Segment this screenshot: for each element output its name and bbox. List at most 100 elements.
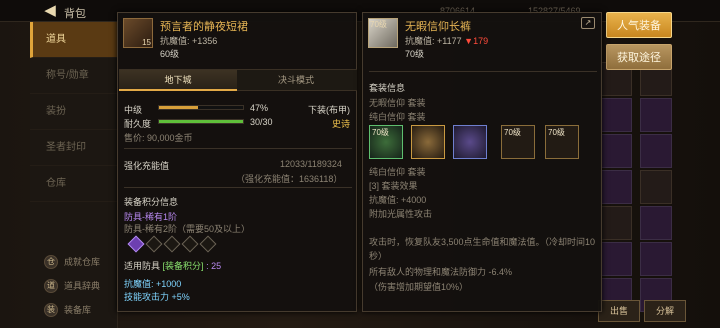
- popular-equipment-button[interactable]: 人气装备: [606, 12, 672, 38]
- obtain-route-button[interactable]: 获取途径: [606, 44, 672, 70]
- inventory-slot[interactable]: [600, 242, 632, 276]
- resist-diff: ▼179: [464, 36, 489, 46]
- tab-dungeon[interactable]: 地下城: [119, 70, 237, 91]
- achievement-icon: 仓: [44, 255, 58, 269]
- share-icon[interactable]: ↗: [581, 17, 595, 29]
- inventory-slot[interactable]: [600, 98, 632, 132]
- set-piece-level: 70级: [504, 128, 521, 137]
- set-line-3: 纯白信仰 套装: [369, 167, 426, 177]
- item-name: 无暇信仰长裤: [405, 21, 471, 33]
- score-gem-empty: [145, 235, 163, 253]
- nav-equipment-storage[interactable]: 装 装备库: [30, 298, 118, 322]
- divider: [124, 148, 352, 149]
- score-rank-2: 防具-稀有2阶（需要50及以上）: [124, 224, 251, 234]
- score-type-prefix: 适用防具: [124, 261, 161, 271]
- inventory-grid: [600, 60, 636, 314]
- nav-bottom-label: 成就仓库: [64, 257, 101, 267]
- equipment-icon: 装: [44, 303, 58, 317]
- back-button[interactable]: ◀: [40, 3, 60, 19]
- set-line-2: 纯白信仰 套装: [369, 112, 426, 122]
- nav-achievement-storage[interactable]: 仓 成就仓库: [30, 250, 118, 274]
- nav-item-dictionary[interactable]: 道 道具辞典: [30, 274, 118, 298]
- sell-price: 售价: 90,000金币: [124, 133, 193, 143]
- inventory-slot[interactable]: [600, 134, 632, 168]
- equipped-item-tooltip: 15 预言者的静夜短裙 抗魔值: +1356 60级 地下城 决斗模式 中级 4…: [117, 12, 357, 312]
- item-icon: 15: [123, 18, 153, 48]
- score-type-value: : 25: [206, 261, 222, 271]
- inventory-slot[interactable]: [600, 170, 632, 204]
- split-button[interactable]: 分解: [644, 300, 686, 322]
- inventory-slot[interactable]: [640, 206, 672, 240]
- durability-label: 耐久度: [124, 119, 152, 129]
- set-piece-icon[interactable]: 70级: [369, 125, 403, 159]
- grade-percent: 47%: [250, 103, 269, 113]
- bonus-stat-2: 技能攻击力 +5%: [124, 292, 190, 302]
- score-gem-empty: [199, 235, 217, 253]
- score-gem-filled: [127, 235, 145, 253]
- action-panel: 人气装备 获取途径: [606, 12, 676, 76]
- nav-item-titles[interactable]: 称号/勋章: [30, 58, 117, 94]
- bonus-stat-1: 抗魔值: +1000: [124, 279, 182, 289]
- nav-bottom-label: 装备库: [64, 305, 92, 315]
- resist-value: +1177: [437, 36, 462, 46]
- set-description-2: 所有敌人的物理和魔法防御力 -6.4%: [369, 267, 513, 277]
- divider: [124, 187, 352, 188]
- tab-pvp[interactable]: 决斗模式: [237, 70, 355, 91]
- score-header: 装备积分信息: [124, 197, 179, 207]
- nav-item-items[interactable]: 道具: [30, 22, 117, 58]
- set-piece-icon[interactable]: 70级: [501, 125, 535, 159]
- sell-button[interactable]: 出售: [598, 300, 640, 322]
- inventory-slot[interactable]: [600, 206, 632, 240]
- resist-label: 抗魔值:: [160, 36, 190, 46]
- inventory-grid: [640, 60, 676, 314]
- score-type-tag: [装备积分]: [162, 261, 204, 271]
- inventory-slot[interactable]: [640, 98, 672, 132]
- set-piece-level: 70级: [372, 128, 389, 137]
- nav-bottom-label: 道具辞典: [64, 281, 101, 291]
- compared-item-tooltip: ↗ 70级 无暇信仰长裤 抗魔值: +1177 ▼179 70级 套装信息 无暇…: [362, 12, 602, 312]
- durability-value: 30/30: [250, 117, 273, 127]
- score-gem-empty: [181, 235, 199, 253]
- divider: [369, 71, 597, 72]
- set-header: 套装信息: [369, 83, 406, 93]
- item-icon-level: 15: [142, 38, 151, 47]
- dictionary-icon: 道: [44, 279, 58, 293]
- durability-bar: [158, 119, 244, 124]
- set-piece-level: 70级: [548, 128, 565, 137]
- set-effect: [3] 套装效果: [369, 181, 418, 191]
- durability-bar-fill: [159, 120, 243, 123]
- enhance-value: 12033/1189324: [280, 159, 342, 169]
- inventory-slot[interactable]: [640, 134, 672, 168]
- set-extra: 附加光属性攻击: [369, 209, 433, 219]
- item-name: 预言者的静夜短裙: [160, 21, 248, 33]
- item-icon-level: 70级: [370, 20, 387, 29]
- item-level: 70级: [405, 49, 425, 59]
- score-gem-empty: [163, 235, 181, 253]
- nav-item-avatar[interactable]: 装扮: [30, 94, 117, 130]
- resist-stat: 抗魔值: +1356: [160, 34, 217, 47]
- set-piece-icon[interactable]: [411, 125, 445, 159]
- armor-type: 下装(布甲): [308, 105, 350, 115]
- resist-value: +1356: [192, 36, 218, 46]
- set-piece-icon[interactable]: [453, 125, 487, 159]
- inventory-slot[interactable]: [640, 170, 672, 204]
- score-type: 适用防具 [装备积分] : 25: [124, 259, 221, 272]
- inventory-sidebar: 道具 称号/勋章 装扮 圣者封印 仓库 仓 成就仓库 道 道具辞典 装 装备库: [30, 22, 118, 328]
- resist-stat: 抗魔值: +1177 ▼179: [405, 34, 488, 47]
- nav-item-storage[interactable]: 仓库: [30, 166, 117, 202]
- set-description-3: （伤害增加期望值10%）: [369, 282, 469, 292]
- nav-item-seals[interactable]: 圣者封印: [30, 130, 117, 166]
- resist-label: 抗魔值:: [405, 36, 435, 46]
- item-icon: 70级: [368, 18, 398, 48]
- page-title: 背包: [64, 8, 86, 20]
- grade-bar-fill: [159, 106, 199, 109]
- set-stat: 抗魔值: +4000: [369, 195, 427, 205]
- inventory-slot[interactable]: [640, 242, 672, 276]
- set-piece-icon[interactable]: 70级: [545, 125, 579, 159]
- set-description-1: 攻击时，恢复队友3,500点生命值和魔法值。（冷却时间10秒）: [369, 237, 596, 261]
- item-level: 60级: [160, 49, 180, 59]
- rarity-label: 史诗: [332, 119, 351, 129]
- mode-tabs: 地下城 决斗模式: [119, 69, 357, 91]
- enhance-sub: （强化充能值：1636118）: [236, 174, 343, 184]
- enhance-label: 强化充能值: [124, 161, 170, 171]
